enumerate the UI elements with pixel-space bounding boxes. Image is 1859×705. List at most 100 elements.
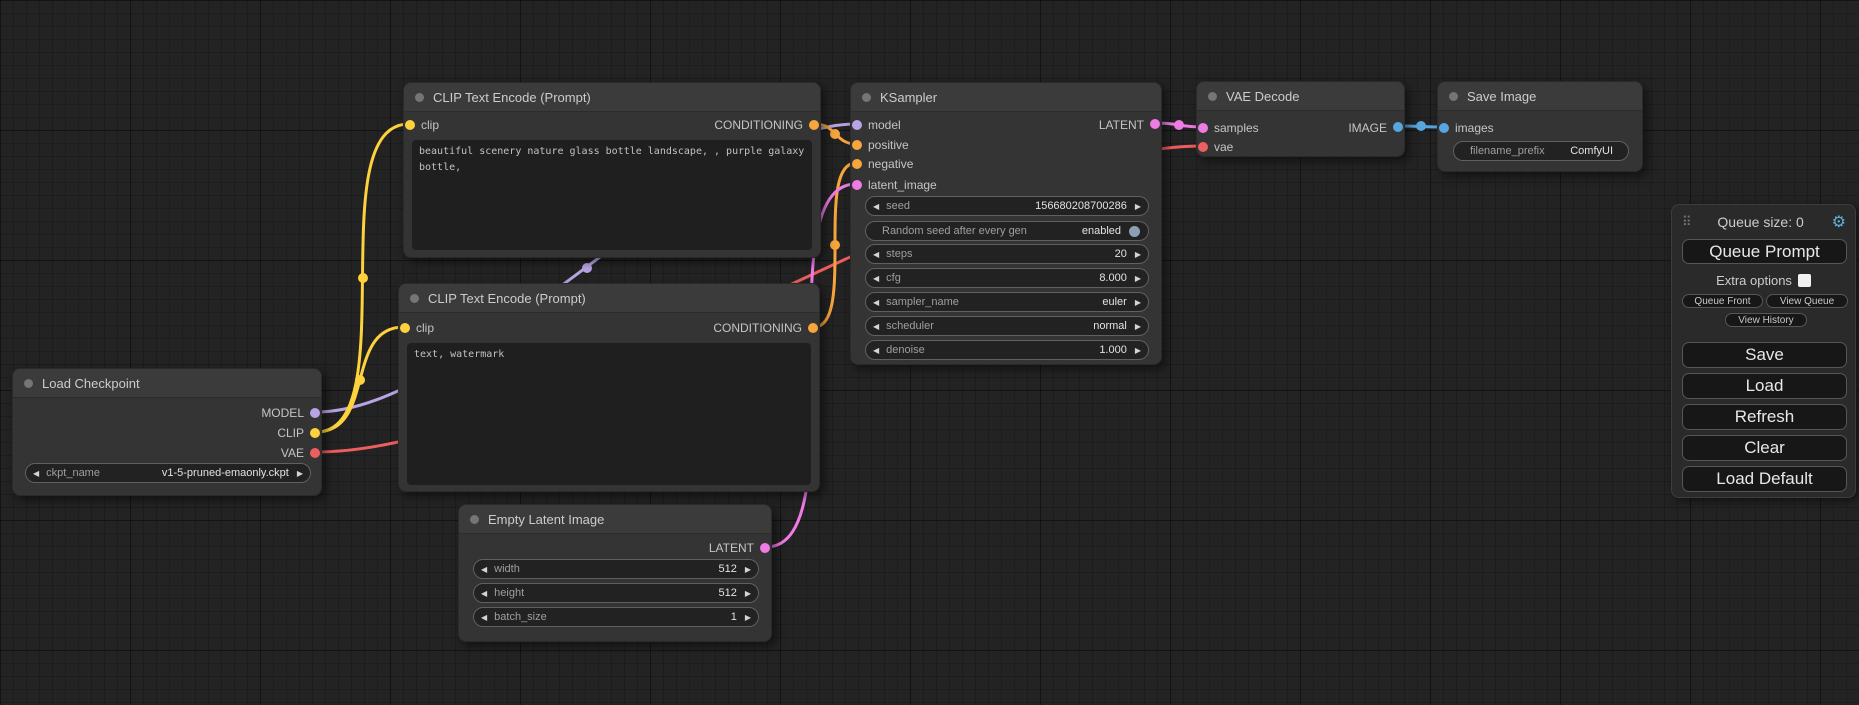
decrement-arrow-icon[interactable]: ◀: [873, 298, 879, 307]
input-port-vae[interactable]: [1198, 142, 1208, 152]
collapse-dot-icon[interactable]: [862, 93, 871, 102]
widget-value: 512: [718, 587, 736, 599]
decrement-arrow-icon[interactable]: ◀: [481, 565, 487, 574]
collapse-dot-icon[interactable]: [1208, 92, 1217, 101]
output-port-conditioning[interactable]: [808, 323, 818, 333]
output-label-vae: VAE: [281, 446, 304, 460]
widget-seed[interactable]: ◀ seed 156680208700286 ▶: [865, 196, 1149, 216]
settings-gear-icon[interactable]: ⚙: [1832, 212, 1846, 232]
increment-arrow-icon[interactable]: ▶: [1135, 298, 1141, 307]
input-label-positive: positive: [868, 138, 909, 152]
widget-batch-size[interactable]: ◀ batch_size 1 ▶: [473, 607, 759, 627]
widget-sampler-name[interactable]: ◀ sampler_name euler ▶: [865, 292, 1149, 312]
input-port-model[interactable]: [852, 120, 862, 130]
node-title: Load Checkpoint: [42, 376, 140, 391]
widget-steps[interactable]: ◀ steps 20 ▶: [865, 244, 1149, 264]
input-port-negative[interactable]: [852, 159, 862, 169]
decrement-arrow-icon[interactable]: ◀: [873, 346, 879, 355]
widget-cfg[interactable]: ◀ cfg 8.000 ▶: [865, 268, 1149, 288]
increment-arrow-icon[interactable]: ▶: [297, 469, 303, 478]
load-default-button[interactable]: Load Default: [1682, 466, 1847, 492]
widget-random-seed-toggle[interactable]: Random seed after every gen enabled: [865, 221, 1149, 241]
collapse-dot-icon[interactable]: [415, 93, 424, 102]
node-title-bar[interactable]: Empty Latent Image: [459, 505, 771, 534]
increment-arrow-icon[interactable]: ▶: [745, 565, 751, 574]
queue-front-button[interactable]: Queue Front: [1682, 294, 1763, 308]
increment-arrow-icon[interactable]: ▶: [745, 613, 751, 622]
widget-value: 1: [731, 611, 737, 623]
view-history-button[interactable]: View History: [1725, 313, 1807, 327]
collapse-dot-icon[interactable]: [1449, 92, 1458, 101]
widget-width[interactable]: ◀ width 512 ▶: [473, 559, 759, 579]
increment-arrow-icon[interactable]: ▶: [1135, 346, 1141, 355]
decrement-arrow-icon[interactable]: ◀: [33, 469, 39, 478]
increment-arrow-icon[interactable]: ▶: [1135, 250, 1141, 259]
input-port-clip[interactable]: [400, 323, 410, 333]
output-port-latent[interactable]: [1150, 119, 1160, 129]
increment-arrow-icon[interactable]: ▶: [1135, 322, 1141, 331]
widget-value: ComfyUI: [1570, 145, 1613, 157]
refresh-button[interactable]: Refresh: [1682, 404, 1847, 430]
widget-label: filename_prefix: [1470, 145, 1545, 157]
widget-value: 8.000: [1099, 272, 1127, 284]
input-label-model: model: [868, 118, 901, 132]
node-title-bar[interactable]: Load Checkpoint: [13, 369, 321, 398]
wire-midpoint-dot: [355, 375, 365, 385]
collapse-dot-icon[interactable]: [470, 515, 479, 524]
decrement-arrow-icon[interactable]: ◀: [873, 250, 879, 259]
node-title-bar[interactable]: Save Image: [1438, 82, 1642, 111]
drag-handle-icon[interactable]: ⠿: [1682, 214, 1690, 230]
clear-button[interactable]: Clear: [1682, 435, 1847, 461]
input-port-samples[interactable]: [1198, 123, 1208, 133]
collapse-dot-icon[interactable]: [410, 294, 419, 303]
widget-scheduler[interactable]: ◀ scheduler normal ▶: [865, 316, 1149, 336]
input-port-latent-image[interactable]: [852, 180, 862, 190]
save-button[interactable]: Save: [1682, 342, 1847, 368]
input-port-clip[interactable]: [405, 120, 415, 130]
output-port-clip[interactable]: [310, 428, 320, 438]
toggle-enabled-icon[interactable]: [1129, 226, 1140, 237]
node-title: CLIP Text Encode (Prompt): [433, 90, 591, 105]
increment-arrow-icon[interactable]: ▶: [1135, 274, 1141, 283]
output-port-image[interactable]: [1393, 122, 1403, 132]
queue-prompt-button[interactable]: Queue Prompt: [1682, 239, 1847, 264]
node-title: Save Image: [1467, 89, 1536, 104]
output-port-vae[interactable]: [310, 448, 320, 458]
widget-filename-prefix[interactable]: filename_prefix ComfyUI: [1453, 141, 1629, 161]
widget-value: euler: [1102, 296, 1126, 308]
output-label-image: IMAGE: [1348, 121, 1387, 135]
widget-value: 20: [1115, 248, 1127, 260]
node-title-bar[interactable]: VAE Decode: [1197, 82, 1404, 111]
widget-value: 1.000: [1099, 344, 1127, 356]
decrement-arrow-icon[interactable]: ◀: [481, 613, 487, 622]
input-port-positive[interactable]: [852, 140, 862, 150]
input-label-latent-image: latent_image: [868, 178, 937, 192]
node-title-bar[interactable]: CLIP Text Encode (Prompt): [404, 83, 820, 112]
output-port-model[interactable]: [310, 408, 320, 418]
node-title: CLIP Text Encode (Prompt): [428, 291, 586, 306]
widget-label: steps: [886, 248, 912, 260]
extra-options-checkbox[interactable]: [1798, 274, 1811, 287]
increment-arrow-icon[interactable]: ▶: [745, 589, 751, 598]
decrement-arrow-icon[interactable]: ◀: [873, 274, 879, 283]
output-label-conditioning: CONDITIONING: [713, 321, 802, 335]
output-port-latent[interactable]: [760, 543, 770, 553]
view-queue-button[interactable]: View Queue: [1766, 294, 1848, 308]
decrement-arrow-icon[interactable]: ◀: [873, 322, 879, 331]
increment-arrow-icon[interactable]: ▶: [1135, 202, 1141, 211]
widget-height[interactable]: ◀ height 512 ▶: [473, 583, 759, 603]
collapse-dot-icon[interactable]: [24, 379, 33, 388]
node-title-bar[interactable]: KSampler: [851, 83, 1161, 112]
input-port-images[interactable]: [1439, 123, 1449, 133]
output-port-conditioning[interactable]: [809, 120, 819, 130]
prompt-text-area[interactable]: text, watermark: [407, 343, 811, 485]
widget-denoise[interactable]: ◀ denoise 1.000 ▶: [865, 340, 1149, 360]
node-graph-canvas[interactable]: Load Checkpoint MODEL CLIP VAE ◀ ckpt_na…: [0, 0, 1859, 705]
node-title-bar[interactable]: CLIP Text Encode (Prompt): [399, 284, 819, 313]
widget-ckpt-name[interactable]: ◀ ckpt_name v1-5-pruned-emaonly.ckpt ▶: [25, 463, 311, 483]
decrement-arrow-icon[interactable]: ◀: [873, 202, 879, 211]
widget-label: cfg: [886, 272, 901, 284]
decrement-arrow-icon[interactable]: ◀: [481, 589, 487, 598]
prompt-text-area[interactable]: beautiful scenery nature glass bottle la…: [412, 140, 812, 250]
load-button[interactable]: Load: [1682, 373, 1847, 399]
